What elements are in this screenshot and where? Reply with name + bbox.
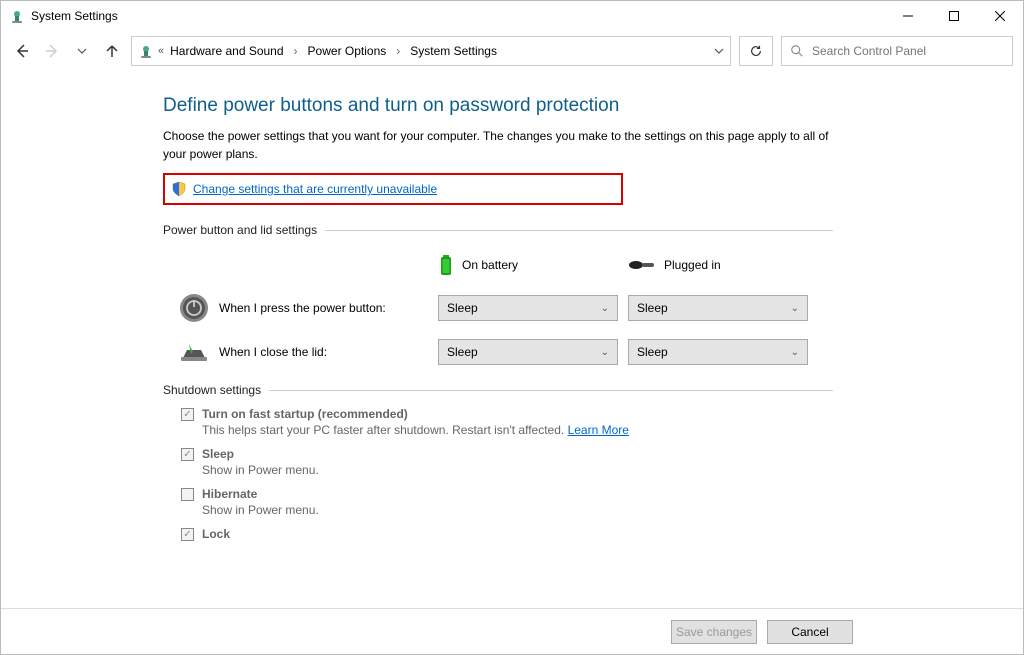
search-input[interactable] — [812, 44, 1004, 58]
refresh-button[interactable] — [739, 36, 773, 66]
fast-startup-desc: This helps start your PC faster after sh… — [202, 423, 568, 437]
hibernate-item: Hibernate Show in Power menu. — [181, 487, 833, 517]
change-unavailable-link[interactable]: Change settings that are currently unava… — [193, 182, 437, 196]
hibernate-desc: Show in Power menu. — [202, 503, 833, 517]
shutdown-section: Shutdown settings Turn on fast startup (… — [163, 383, 833, 541]
plugged-in-header: Plugged in — [628, 253, 818, 277]
close-lid-battery-dropdown[interactable]: Sleep ⌄ — [438, 339, 618, 365]
address-bar[interactable]: « Hardware and Sound › Power Options › S… — [131, 36, 731, 66]
breadcrumb-system-settings[interactable]: System Settings — [406, 42, 501, 60]
close-lid-plugged-dropdown[interactable]: Sleep ⌄ — [628, 339, 808, 365]
shutdown-section-title: Shutdown settings — [163, 383, 261, 397]
power-button-row: When I press the power button: Sleep ⌄ S… — [163, 293, 833, 323]
footer: Save changes Cancel — [1, 608, 1023, 654]
plug-icon — [628, 257, 656, 273]
battery-icon — [438, 253, 454, 277]
power-button-battery-dropdown[interactable]: Sleep ⌄ — [438, 295, 618, 321]
power-button-icon — [179, 293, 209, 323]
chevron-down-icon: ⌄ — [791, 303, 799, 314]
cancel-button[interactable]: Cancel — [767, 620, 853, 644]
sleep-checkbox[interactable] — [181, 448, 194, 461]
chevron-down-icon: ⌄ — [601, 303, 609, 314]
forward-button[interactable] — [41, 40, 63, 62]
fast-startup-label: Turn on fast startup (recommended) — [202, 407, 408, 421]
navbar: « Hardware and Sound › Power Options › S… — [1, 31, 1023, 71]
up-button[interactable] — [101, 40, 123, 62]
fast-startup-item: Turn on fast startup (recommended) This … — [181, 407, 833, 437]
lid-icon — [179, 340, 209, 364]
search-box[interactable] — [781, 36, 1013, 66]
close-button[interactable] — [977, 1, 1023, 31]
lock-item: Lock — [181, 527, 833, 541]
power-button-label: When I press the power button: — [219, 301, 386, 315]
learn-more-link[interactable]: Learn More — [568, 423, 629, 437]
change-settings-highlight: Change settings that are currently unava… — [163, 173, 623, 205]
minimize-button[interactable] — [885, 1, 931, 31]
breadcrumb-hardware-sound[interactable]: Hardware and Sound — [166, 42, 287, 60]
section-divider — [325, 230, 833, 231]
control-panel-icon — [138, 43, 154, 59]
app-icon — [9, 8, 25, 24]
close-lid-label: When I close the lid: — [219, 345, 327, 359]
lock-checkbox[interactable] — [181, 528, 194, 541]
power-button-section: Power button and lid settings On battery — [163, 223, 833, 365]
sleep-item: Sleep Show in Power menu. — [181, 447, 833, 477]
window-title: System Settings — [31, 9, 118, 23]
chevron-right-icon: › — [290, 44, 302, 58]
sleep-label: Sleep — [202, 447, 234, 461]
recent-locations-button[interactable] — [71, 40, 93, 62]
content-area: Define power buttons and turn on passwor… — [1, 71, 1023, 608]
titlebar: System Settings — [1, 1, 1023, 31]
search-icon — [790, 44, 804, 58]
close-lid-row: When I close the lid: Sleep ⌄ Sleep ⌄ — [163, 339, 833, 365]
breadcrumb-power-options[interactable]: Power Options — [304, 42, 391, 60]
save-button[interactable]: Save changes — [671, 620, 757, 644]
power-button-plugged-dropdown[interactable]: Sleep ⌄ — [628, 295, 808, 321]
hibernate-checkbox[interactable] — [181, 488, 194, 501]
shield-icon — [171, 181, 187, 197]
breadcrumb: « Hardware and Sound › Power Options › S… — [158, 42, 501, 60]
sleep-desc: Show in Power menu. — [202, 463, 833, 477]
chevron-right-icon: › — [392, 44, 404, 58]
lock-label: Lock — [202, 527, 230, 541]
fast-startup-checkbox[interactable] — [181, 408, 194, 421]
hibernate-label: Hibernate — [202, 487, 257, 501]
chevron-down-icon: ⌄ — [601, 347, 609, 358]
section-divider — [269, 390, 833, 391]
page-description: Choose the power settings that you want … — [163, 127, 833, 163]
on-battery-header: On battery — [438, 253, 628, 277]
window: System Settings — [0, 0, 1024, 655]
page-title: Define power buttons and turn on passwor… — [163, 95, 833, 117]
chevron-down-icon: ⌄ — [791, 347, 799, 358]
address-dropdown-icon[interactable] — [714, 46, 724, 56]
maximize-button[interactable] — [931, 1, 977, 31]
back-button[interactable] — [11, 40, 33, 62]
power-section-title: Power button and lid settings — [163, 223, 317, 237]
